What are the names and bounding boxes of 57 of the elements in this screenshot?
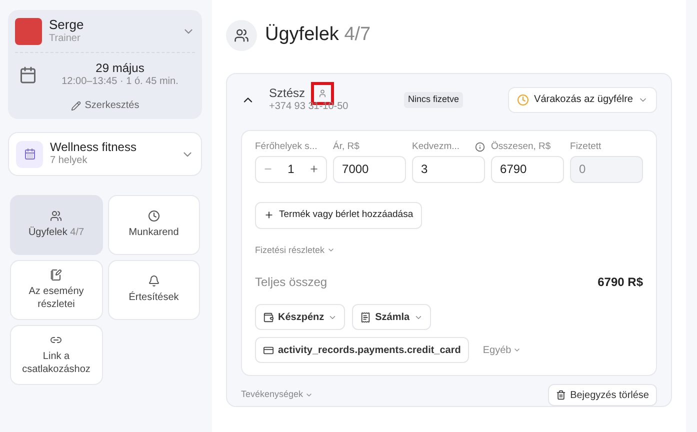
payment-badge: Nincs fizetve — [404, 92, 464, 108]
note-icon — [50, 268, 62, 281]
field-label: Kedvezm... — [412, 140, 460, 154]
nav-tile[interactable]: Link a csatlakozáshoz — [10, 324, 102, 385]
location-name: Wellness fitness — [50, 140, 138, 156]
input-field[interactable]: 7000 — [333, 156, 406, 182]
nav-tile[interactable]: Az esemény részletei — [10, 260, 102, 320]
wallet-icon — [263, 312, 274, 322]
payment-method-dropdown[interactable]: Készpénz — [255, 304, 346, 330]
stepper-value: 1 — [288, 161, 294, 178]
client-name: Sztész — [269, 86, 306, 101]
chevron-down-icon — [513, 346, 522, 354]
person-icon[interactable] — [318, 89, 328, 98]
calendar-icon — [19, 66, 37, 84]
info-icon[interactable] — [475, 142, 486, 152]
trash-icon — [556, 390, 566, 400]
input-field[interactable]: 6790 — [491, 156, 564, 182]
status-dropdown[interactable]: Várakozás az ügyfélre — [508, 86, 657, 113]
plus-icon — [264, 210, 274, 220]
total-label: Teljes összeg — [255, 274, 328, 291]
event-time: 12:00–13:45 · 1 ó. 45 min. — [60, 76, 180, 88]
edit-button[interactable]: Szerkesztés — [70, 98, 140, 114]
field-label: Összesen, R$ — [491, 140, 551, 154]
quantity-stepper[interactable]: 1 — [255, 156, 328, 182]
clock-icon — [148, 210, 160, 222]
receipt-icon — [360, 312, 372, 322]
chevron-down-icon — [305, 391, 314, 399]
event-date: 29 május — [94, 60, 146, 76]
payment-method-dropdown[interactable]: Számla — [352, 304, 431, 330]
location-places: 7 helyek — [50, 155, 88, 168]
other-dropdown[interactable]: Egyéb — [482, 342, 522, 358]
page-title: Ügyfelek 4/7 — [265, 23, 371, 48]
calendar-icon — [16, 140, 43, 168]
people-icon — [50, 210, 62, 222]
field-label: Férőhelyek s... — [255, 140, 318, 154]
bell-icon — [148, 275, 160, 288]
field-label: Fizetett — [570, 140, 602, 154]
pencil-icon — [70, 100, 81, 111]
plus-icon[interactable] — [308, 164, 319, 174]
field-label: Ár, R$ — [333, 140, 360, 154]
credit-card-button[interactable]: activity_records.payments.credit_card — [255, 337, 469, 363]
input-field[interactable]: 3 — [412, 156, 486, 182]
nav-tile[interactable]: Értesítések — [108, 260, 200, 320]
nav-tile[interactable]: Ügyfelek 4/7 — [10, 194, 102, 255]
delete-entry-button[interactable]: Bejegyzés törlése — [548, 384, 657, 406]
location-selector[interactable]: Wellness fitness 7 helyek — [8, 132, 202, 176]
avatar-placeholder — [15, 18, 42, 45]
client-phone: +374 93 31-10-50 — [269, 101, 350, 114]
trainer-role: Trainer — [49, 33, 82, 46]
payment-details-toggle[interactable]: Fizetési részletek — [255, 244, 335, 257]
trainer-name: Serge — [49, 17, 85, 34]
clock-icon — [517, 94, 530, 106]
people-icon — [226, 20, 257, 51]
total-value: 6790 R$ — [598, 274, 643, 291]
add-product-button[interactable]: Termék vagy bérlet hozzáadása — [255, 202, 422, 228]
card-icon — [263, 344, 274, 356]
nav-tile[interactable]: Munkarend — [108, 194, 200, 255]
